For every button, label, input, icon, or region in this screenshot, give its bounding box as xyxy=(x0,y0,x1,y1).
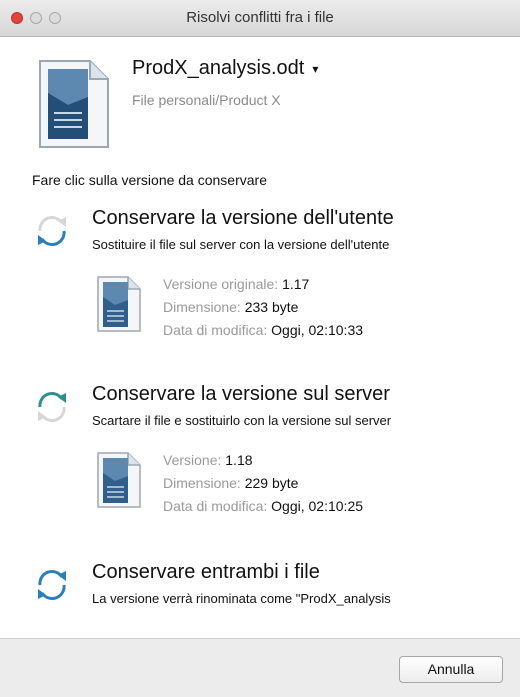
option-title: Conservare la versione dell'utente xyxy=(92,207,394,229)
detail-value: Oggi, 02:10:33 xyxy=(271,322,364,338)
sync-arrows-icon xyxy=(32,565,72,610)
option-title: Conservare entrambi i file xyxy=(92,561,320,583)
dialog-content: ProdX_analysis.odt ▾ File personali/Produ… xyxy=(0,37,520,638)
detail-label: Dimensione: xyxy=(163,475,241,491)
detail-row: Versione: 1.18 xyxy=(163,449,363,472)
title-bar: Risolvi conflitti fra i file xyxy=(0,0,520,37)
option-title: Conservare la versione sul server xyxy=(92,383,390,405)
detail-value: 229 byte xyxy=(244,475,299,491)
file-path: File personali/Product X xyxy=(132,92,281,108)
detail-label: Data di modifica: xyxy=(163,498,268,514)
sync-arrows-icon xyxy=(32,211,72,256)
instruction-text: Fare clic sulla versione da conservare xyxy=(32,172,267,188)
option-description: La versione verrà rinominata come "ProdX… xyxy=(92,591,391,606)
detail-row: Data di modifica: Oggi, 02:10:25 xyxy=(163,495,363,518)
detail-label: Dimensione: xyxy=(163,299,241,315)
detail-row: Data di modifica: Oggi, 02:10:33 xyxy=(163,319,363,342)
detail-label: Versione originale: xyxy=(163,276,279,292)
detail-label: Data di modifica: xyxy=(163,322,268,338)
detail-row: Dimensione: 229 byte xyxy=(163,472,363,495)
button-bar: Annulla xyxy=(0,638,520,697)
chevron-down-icon: ▾ xyxy=(312,61,319,76)
detail-label: Versione: xyxy=(163,452,222,468)
detail-value: 233 byte xyxy=(244,299,299,315)
detail-row: Versione originale: 1.17 xyxy=(163,273,363,296)
version-details: Versione originale: 1.17 Dimensione: 233… xyxy=(163,273,363,342)
option-description: Sostituire il file sul server con la ver… xyxy=(92,237,390,252)
file-name: ProdX_analysis.odt xyxy=(132,57,305,79)
option-keep-both[interactable]: Conservare entrambi i file La versione v… xyxy=(0,561,520,621)
document-icon xyxy=(38,59,110,154)
cancel-button[interactable]: Annulla xyxy=(399,656,503,683)
file-name-dropdown[interactable]: ProdX_analysis.odt ▾ xyxy=(132,57,318,80)
document-icon xyxy=(96,451,142,514)
option-keep-local[interactable]: Conservare la versione dell'utente Sosti… xyxy=(0,207,520,357)
option-description: Scartare il file e sostituirlo con la ve… xyxy=(92,413,392,428)
detail-value: Oggi, 02:10:25 xyxy=(271,498,364,514)
sync-arrows-icon xyxy=(32,387,72,432)
version-details: Versione: 1.18 Dimensione: 229 byte Data… xyxy=(163,449,363,518)
document-icon xyxy=(96,275,142,338)
option-keep-server[interactable]: Conservare la versione sul server Scarta… xyxy=(0,383,520,533)
detail-row: Dimensione: 233 byte xyxy=(163,296,363,319)
detail-value: 1.18 xyxy=(225,452,253,468)
detail-value: 1.17 xyxy=(282,276,310,292)
window-title: Risolvi conflitti fra i file xyxy=(186,9,334,26)
